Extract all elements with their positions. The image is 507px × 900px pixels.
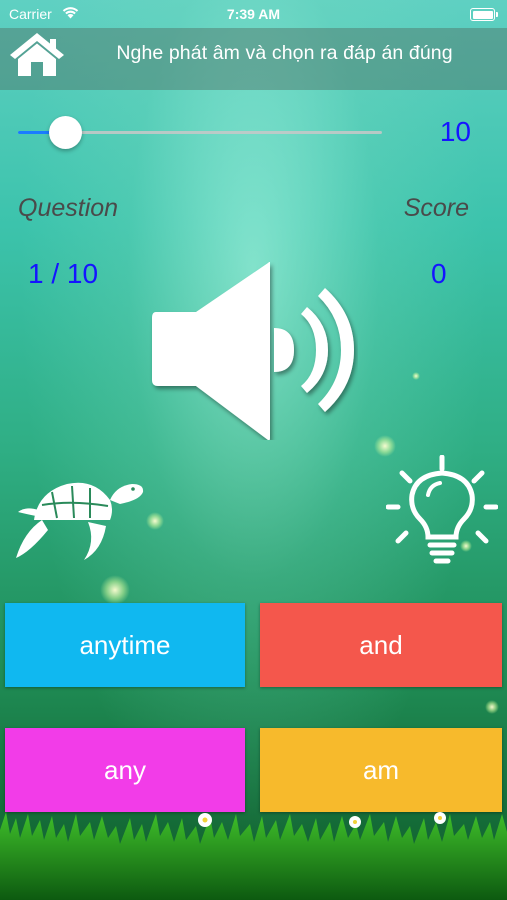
page-title: Nghe phát âm và chọn ra đáp án đúng — [116, 42, 453, 64]
count-slider[interactable] — [18, 116, 382, 149]
answer-label: any — [104, 754, 146, 785]
bokeh-light — [412, 372, 420, 380]
score-label: Score — [403, 194, 469, 222]
question-counter: 1 / 10 — [28, 258, 99, 289]
home-icon[interactable] — [8, 30, 66, 78]
clock: 7:39 AM — [226, 6, 281, 22]
score-value: 0 — [431, 258, 447, 289]
slider-thumb[interactable] — [48, 116, 82, 149]
bokeh-light — [374, 435, 396, 457]
answer-button-1[interactable]: anytime — [5, 603, 245, 687]
bokeh-light — [146, 512, 164, 530]
question-label: Question — [18, 194, 119, 222]
status-bar: Carrier 7:39 AM — [0, 0, 507, 28]
lightbulb-icon[interactable] — [386, 455, 498, 567]
bokeh-light — [485, 700, 499, 714]
turtle-icon[interactable] — [12, 470, 145, 562]
answer-button-2[interactable]: and — [260, 603, 502, 687]
slider-value: 10 — [439, 116, 471, 147]
grass-decoration — [0, 812, 507, 900]
answer-button-4[interactable]: am — [260, 728, 502, 812]
answer-label: and — [359, 629, 403, 660]
answer-label: anytime — [79, 629, 171, 660]
answer-button-3[interactable]: any — [5, 728, 245, 812]
speaker-icon[interactable] — [146, 262, 358, 440]
answer-label: am — [362, 754, 400, 785]
battery-icon — [470, 8, 498, 21]
bokeh-light — [100, 575, 130, 605]
